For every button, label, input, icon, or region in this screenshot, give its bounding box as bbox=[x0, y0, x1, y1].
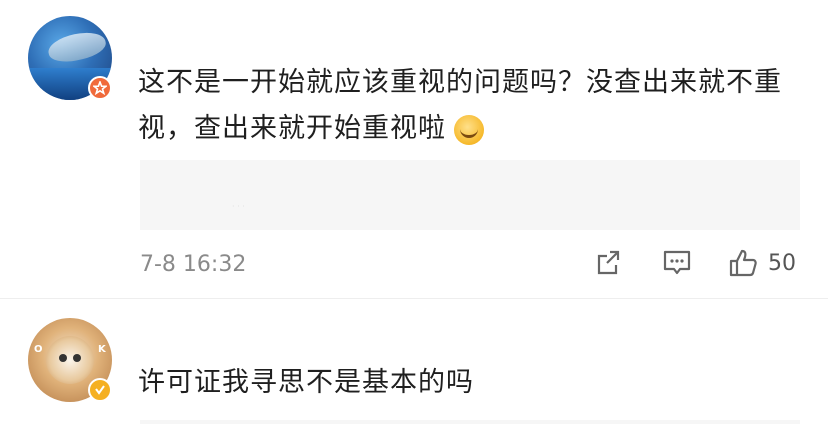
cat-eye bbox=[59, 354, 67, 362]
comment-text: 许可证我寻思不是基本的吗 bbox=[138, 367, 474, 398]
avatar-letter: K bbox=[98, 344, 106, 355]
thumb-up-icon bbox=[729, 249, 757, 277]
comment-divider bbox=[0, 298, 828, 299]
comment-button[interactable] bbox=[662, 248, 692, 278]
gold-verified-badge-icon bbox=[88, 378, 112, 402]
like-count: 50 bbox=[768, 250, 796, 276]
laugh-cry-emoji-icon bbox=[454, 114, 484, 145]
share-button[interactable] bbox=[594, 248, 624, 278]
comment-icon bbox=[663, 250, 691, 275]
whale-image bbox=[45, 28, 109, 66]
reply-preview-box[interactable]: · · · bbox=[140, 160, 800, 230]
red-star-badge-icon bbox=[88, 76, 112, 100]
faded-text: · · · bbox=[232, 202, 245, 211]
like-button[interactable]: 50 bbox=[728, 248, 796, 278]
reply-preview-box[interactable] bbox=[140, 420, 800, 424]
comment-time: 7-8 16:32 bbox=[140, 252, 247, 277]
comment-text: 这不是一开始就应该重视的问题吗？没查出来就不重视，查出来就开始重视啦 bbox=[138, 67, 782, 145]
cat-face-image bbox=[46, 336, 94, 384]
avatar-letter: O bbox=[34, 344, 43, 355]
cat-eye bbox=[73, 354, 81, 362]
share-icon bbox=[597, 250, 620, 275]
